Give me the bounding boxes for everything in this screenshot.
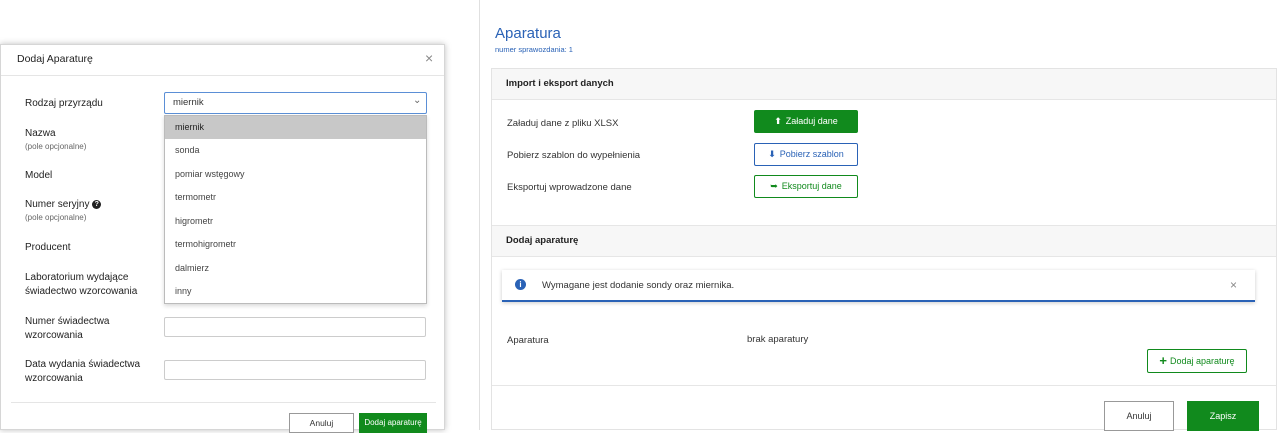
export-data-label: Eksportuj dane xyxy=(781,181,842,191)
label-name: Nazwa (pole opcjonalne) xyxy=(25,127,160,153)
page-title: Aparatura xyxy=(495,25,561,42)
add-apparatus-button[interactable]: + Dodaj aparaturę xyxy=(1147,349,1247,373)
select-value: miernik xyxy=(173,97,204,108)
label-name-optional: (pole opcjonalne) xyxy=(25,142,87,151)
apparatus-label: Aparatura xyxy=(507,335,549,346)
option-inny[interactable]: inny xyxy=(165,280,426,303)
export-file-icon: ➥ xyxy=(770,181,778,191)
label-producer: Producent xyxy=(25,242,71,253)
modal-header: Dodaj Aparaturę × xyxy=(1,45,444,76)
cancel-button[interactable]: Anuluj xyxy=(1104,401,1174,431)
upload-data-button[interactable]: ⬆ Załaduj dane xyxy=(754,110,858,133)
label-serial-number: Numer seryjny ? (pole opcjonalne) xyxy=(25,198,160,224)
certificate-number-input[interactable] xyxy=(164,317,426,337)
import-export-header: Import i eksport danych xyxy=(492,69,1276,100)
label-certificate-date: Data wydania świadectwa wzorcowania xyxy=(25,359,141,384)
row-label-template: Pobierz szablon do wypełnienia xyxy=(507,150,641,161)
info-alert: i Wymagane jest dodanie sondy oraz miern… xyxy=(502,270,1255,302)
apparatus-page: Aparatura numer sprawozdania: 1 Import i… xyxy=(479,0,1279,431)
import-export-heading: Import i eksport danych xyxy=(506,78,614,89)
option-termometr[interactable]: termometr xyxy=(165,186,426,209)
certificate-date-input[interactable] xyxy=(164,360,426,380)
label-calibration-lab: Laboratorium wydające świadectwo wzorcow… xyxy=(25,272,138,297)
alert-close-icon[interactable]: × xyxy=(1230,278,1237,292)
chevron-down-icon: ⌄ xyxy=(413,95,422,106)
modal-cancel-button[interactable]: Anuluj xyxy=(289,413,354,433)
add-apparatus-label: Dodaj aparaturę xyxy=(1170,356,1235,366)
option-termohigrometr[interactable]: termohigrometr xyxy=(165,233,426,256)
label-serial-optional: (pole opcjonalne) xyxy=(25,213,87,222)
export-data-button[interactable]: ➥ Eksportuj dane xyxy=(754,175,858,198)
apparatus-card: Import i eksport danych Załaduj dane z p… xyxy=(491,68,1277,431)
upload-icon: ⬆ xyxy=(774,116,782,126)
save-button[interactable]: Zapisz xyxy=(1187,401,1259,431)
close-icon[interactable]: × xyxy=(425,50,433,66)
option-dalmierz[interactable]: dalmierz xyxy=(165,257,426,280)
modal-footer-divider xyxy=(11,402,436,403)
label-serial-text: Numer seryjny xyxy=(25,199,90,210)
download-template-label: Pobierz szablon xyxy=(779,149,844,159)
add-apparatus-modal: Dodaj Aparaturę × Rodzaj przyrządu Nazwa… xyxy=(0,44,445,433)
label-certificate-number: Numer świadectwa wzorcowania xyxy=(25,316,110,341)
instrument-type-select[interactable]: miernik ⌄ xyxy=(164,92,427,114)
plus-icon: + xyxy=(1159,353,1168,368)
modal-add-apparatus-button[interactable]: Dodaj aparaturę xyxy=(359,413,427,433)
label-instrument-type: Rodzaj przyrządu xyxy=(25,98,103,109)
question-circle-icon[interactable]: ? xyxy=(92,200,102,209)
label-name-text: Nazwa xyxy=(25,128,56,139)
upload-data-label: Załaduj dane xyxy=(785,116,838,126)
apparatus-value: brak aparatury xyxy=(747,334,809,345)
option-miernik[interactable]: miernik xyxy=(165,116,426,139)
option-sonda[interactable]: sonda xyxy=(165,139,426,162)
option-pomiar-wstegowy[interactable]: pomiar wstęgowy xyxy=(165,163,426,186)
option-higrometr[interactable]: higrometr xyxy=(165,210,426,233)
add-apparatus-header: Dodaj aparaturę xyxy=(492,225,1276,257)
row-label-upload: Załaduj dane z pliku XLSX xyxy=(507,118,619,129)
download-template-button[interactable]: ⬇ Pobierz szablon xyxy=(754,143,858,166)
modal-title: Dodaj Aparaturę xyxy=(17,53,93,65)
alert-text: Wymagane jest dodanie sondy oraz miernik… xyxy=(542,280,735,291)
panel-footer-divider xyxy=(492,385,1276,386)
page-subtitle: numer sprawozdania: 1 xyxy=(495,45,573,54)
add-apparatus-heading: Dodaj aparaturę xyxy=(506,235,579,246)
row-label-export: Eksportuj wprowadzone dane xyxy=(507,182,632,193)
info-icon: i xyxy=(515,279,526,290)
download-icon: ⬇ xyxy=(768,149,776,159)
label-model: Model xyxy=(25,170,53,181)
instrument-type-dropdown: miernik sonda pomiar wstęgowy termometr … xyxy=(164,115,427,304)
